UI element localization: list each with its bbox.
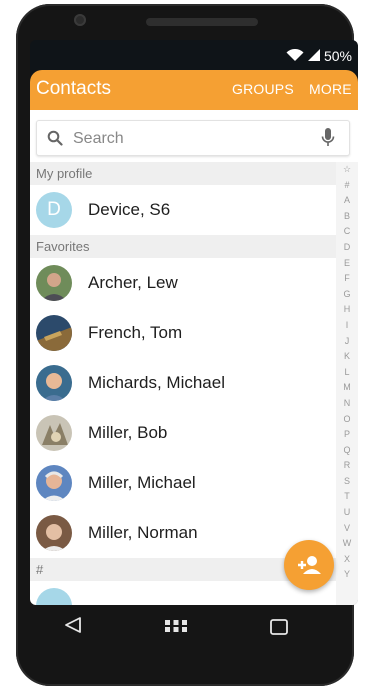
list-item[interactable]: Michards, Michael xyxy=(30,358,336,408)
app-bar: Contacts GROUPS MORE xyxy=(30,70,358,110)
avatar xyxy=(36,588,72,605)
phone-screen: 50% Contacts GROUPS MORE Search My profi… xyxy=(30,40,358,605)
index-letter[interactable]: O xyxy=(336,412,358,428)
wifi-icon xyxy=(286,48,304,64)
contact-list[interactable]: My profile D Device, S6 Favorites Archer… xyxy=(30,162,336,605)
contacts-content: My profile D Device, S6 Favorites Archer… xyxy=(30,110,358,605)
contact-name: Archer, Lew xyxy=(88,273,178,292)
add-contact-icon xyxy=(284,556,334,594)
contact-name: Michards, Michael xyxy=(88,373,225,392)
contact-name: Miller, Norman xyxy=(88,523,198,542)
index-letter[interactable]: B xyxy=(336,209,358,225)
index-letter[interactable]: M xyxy=(336,380,358,396)
search-bar[interactable] xyxy=(36,120,350,156)
navigation-bar xyxy=(16,605,354,651)
list-item[interactable]: Miller, Michael xyxy=(30,458,336,508)
section-header-favorites: Favorites xyxy=(30,235,336,258)
index-letter[interactable]: J xyxy=(336,334,358,350)
index-letter[interactable]: W xyxy=(336,536,358,552)
status-bar: 50% xyxy=(30,40,358,70)
avatar xyxy=(36,265,72,301)
contact-name: French, Tom xyxy=(88,323,183,342)
index-letter[interactable]: Q xyxy=(336,443,358,459)
index-letter[interactable]: ☆ xyxy=(336,162,358,178)
index-letter[interactable]: # xyxy=(336,178,358,194)
list-item[interactable]: French, Tom xyxy=(30,308,336,358)
index-letter[interactable]: V xyxy=(336,521,358,537)
avatar: D xyxy=(36,192,72,228)
microphone-icon[interactable] xyxy=(321,127,335,154)
index-letter[interactable]: R xyxy=(336,458,358,474)
app-title: Contacts xyxy=(36,78,111,99)
signal-icon xyxy=(307,48,320,64)
index-letter[interactable]: A xyxy=(336,193,358,209)
index-letter[interactable]: C xyxy=(336,224,358,240)
index-letter[interactable]: K xyxy=(336,349,358,365)
index-letter[interactable]: P xyxy=(336,427,358,443)
index-letter[interactable]: T xyxy=(336,489,358,505)
profile-row[interactable]: D Device, S6 xyxy=(30,185,336,235)
avatar xyxy=(36,415,72,451)
list-item[interactable]: Archer, Lew xyxy=(30,258,336,308)
earpiece-speaker xyxy=(146,18,258,26)
list-item[interactable]: Miller, Bob xyxy=(30,408,336,458)
front-camera xyxy=(74,14,86,26)
recent-apps-icon[interactable] xyxy=(270,619,288,640)
search-icon xyxy=(47,130,63,151)
avatar xyxy=(36,465,72,501)
index-letter[interactable]: G xyxy=(336,287,358,303)
index-letter[interactable]: Y xyxy=(336,567,358,583)
index-letter[interactable]: N xyxy=(336,396,358,412)
index-letter[interactable]: U xyxy=(336,505,358,521)
contact-name: Device, S6 xyxy=(88,200,171,219)
contact-name: Miller, Bob xyxy=(88,423,168,442)
alphabet-index[interactable]: ☆ # A B C D E F G H I J K L M N O P Q R … xyxy=(336,162,358,605)
index-letter[interactable]: L xyxy=(336,365,358,381)
battery-percent: 50% xyxy=(323,48,352,64)
index-letter[interactable]: D xyxy=(336,240,358,256)
index-letter[interactable]: F xyxy=(336,271,358,287)
section-header-my-profile: My profile xyxy=(30,162,336,185)
avatar xyxy=(36,515,72,551)
avatar xyxy=(36,365,72,401)
index-letter[interactable]: S xyxy=(336,474,358,490)
index-letter[interactable]: E xyxy=(336,256,358,272)
add-contact-button[interactable] xyxy=(284,540,334,590)
index-letter[interactable]: X xyxy=(336,552,358,568)
contact-name: Miller, Michael xyxy=(88,473,196,492)
index-letter[interactable]: I xyxy=(336,318,358,334)
groups-tab[interactable]: GROUPS xyxy=(232,81,294,97)
avatar xyxy=(36,315,72,351)
index-letter[interactable]: H xyxy=(336,302,358,318)
back-icon[interactable] xyxy=(64,617,82,638)
search-input[interactable] xyxy=(71,126,315,152)
home-icon[interactable] xyxy=(165,619,187,637)
more-tab[interactable]: MORE xyxy=(309,81,352,97)
